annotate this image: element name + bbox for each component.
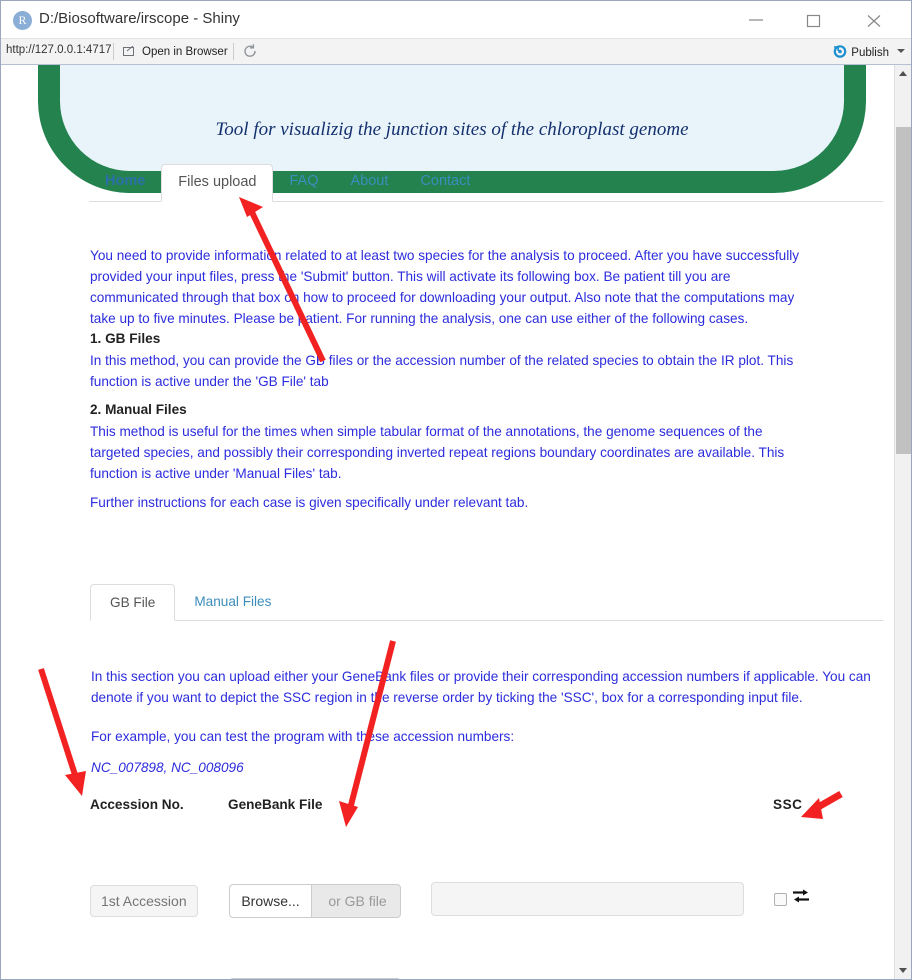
manual-files-heading: 2. Manual Files [90, 402, 187, 417]
external-window-icon [123, 45, 134, 56]
ssc-column-label: SSC [773, 797, 803, 812]
page-content-area: Tool for visualizig the junction sites o… [1, 65, 911, 979]
subtab-manual-files[interactable]: Manual Files [175, 584, 290, 621]
vertical-scrollbar[interactable] [894, 65, 911, 979]
banner-subtitle: Tool for visualizig the junction sites o… [215, 119, 689, 140]
accession-input-1[interactable] [90, 885, 198, 917]
open-in-browser-label: Open in Browser [142, 46, 228, 58]
genebank-file-column-label: GeneBank File [228, 797, 323, 812]
shiny-app-window: R D:/Biosoftware/irscope - Shiny http://… [0, 0, 912, 980]
file-name-display-1: or GB file [328, 893, 387, 909]
open-in-browser-button[interactable]: Open in Browser [123, 43, 228, 61]
gb-section-description: In this section you can upload either yo… [91, 669, 871, 705]
scroll-up-arrow-icon[interactable] [895, 65, 911, 82]
tab-faq[interactable]: FAQ [273, 164, 334, 202]
close-button[interactable] [851, 1, 897, 38]
title-bar: R D:/Biosoftware/irscope - Shiny [1, 1, 911, 39]
tab-files-upload[interactable]: Files upload [161, 164, 274, 202]
gb-files-heading: 1. GB Files [90, 331, 161, 346]
minimize-icon [749, 19, 763, 21]
publish-icon [833, 45, 847, 58]
minimize-button[interactable] [733, 1, 779, 38]
main-tab-bar: Home Files upload FAQ About Contact [89, 164, 883, 202]
toolbar-separator [233, 43, 234, 60]
accession-column-label: Accession No. [90, 797, 184, 812]
r-logo-icon: R [13, 11, 32, 30]
url-label: http://127.0.0.1:4717 [6, 44, 112, 56]
publish-button[interactable]: Publish [833, 43, 889, 59]
file-input-group-1: Browse... or GB file [229, 884, 401, 918]
intro-paragraph: You need to provide information related … [90, 248, 800, 326]
scrollbar-thumb[interactable] [896, 127, 911, 454]
viewer-toolbar: http://127.0.0.1:4717 Open in Browser Pu… [1, 39, 911, 65]
refresh-button[interactable] [242, 43, 262, 61]
browse-button-1[interactable]: Browse... [230, 885, 312, 917]
tab-home[interactable]: Home [89, 164, 161, 202]
close-icon [867, 15, 881, 27]
subtab-gb-file[interactable]: GB File [90, 584, 176, 621]
sub-tab-bar: GB File Manual Files [90, 584, 883, 621]
manual-files-paragraph: This method is useful for the times when… [90, 424, 785, 481]
gb-files-paragraph: In this method, you can provide the GB f… [90, 353, 794, 389]
gb-file-path-input-1[interactable] [431, 882, 744, 916]
window-title: D:/Biosoftware/irscope - Shiny [39, 10, 240, 27]
maximize-icon [806, 14, 821, 28]
file-input-group-2: Browse... or GB file [229, 978, 401, 979]
reverse-arrows-icon-1 [793, 889, 809, 903]
tab-contact[interactable]: Contact [404, 164, 486, 202]
scroll-down-arrow-icon[interactable] [895, 962, 911, 979]
accession-examples: NC_007898, NC_008096 [91, 760, 244, 775]
toolbar-separator [113, 43, 114, 60]
publish-label: Publish [851, 47, 889, 59]
tab-about[interactable]: About [335, 164, 405, 202]
maximize-button[interactable] [791, 1, 837, 38]
refresh-icon [244, 44, 256, 57]
chevron-down-icon[interactable] [897, 49, 905, 53]
ssc-checkbox-1[interactable] [774, 893, 787, 906]
further-instructions-paragraph: Further instructions for each case is gi… [90, 495, 529, 510]
example-intro-text: For example, you can test the program wi… [91, 729, 515, 744]
